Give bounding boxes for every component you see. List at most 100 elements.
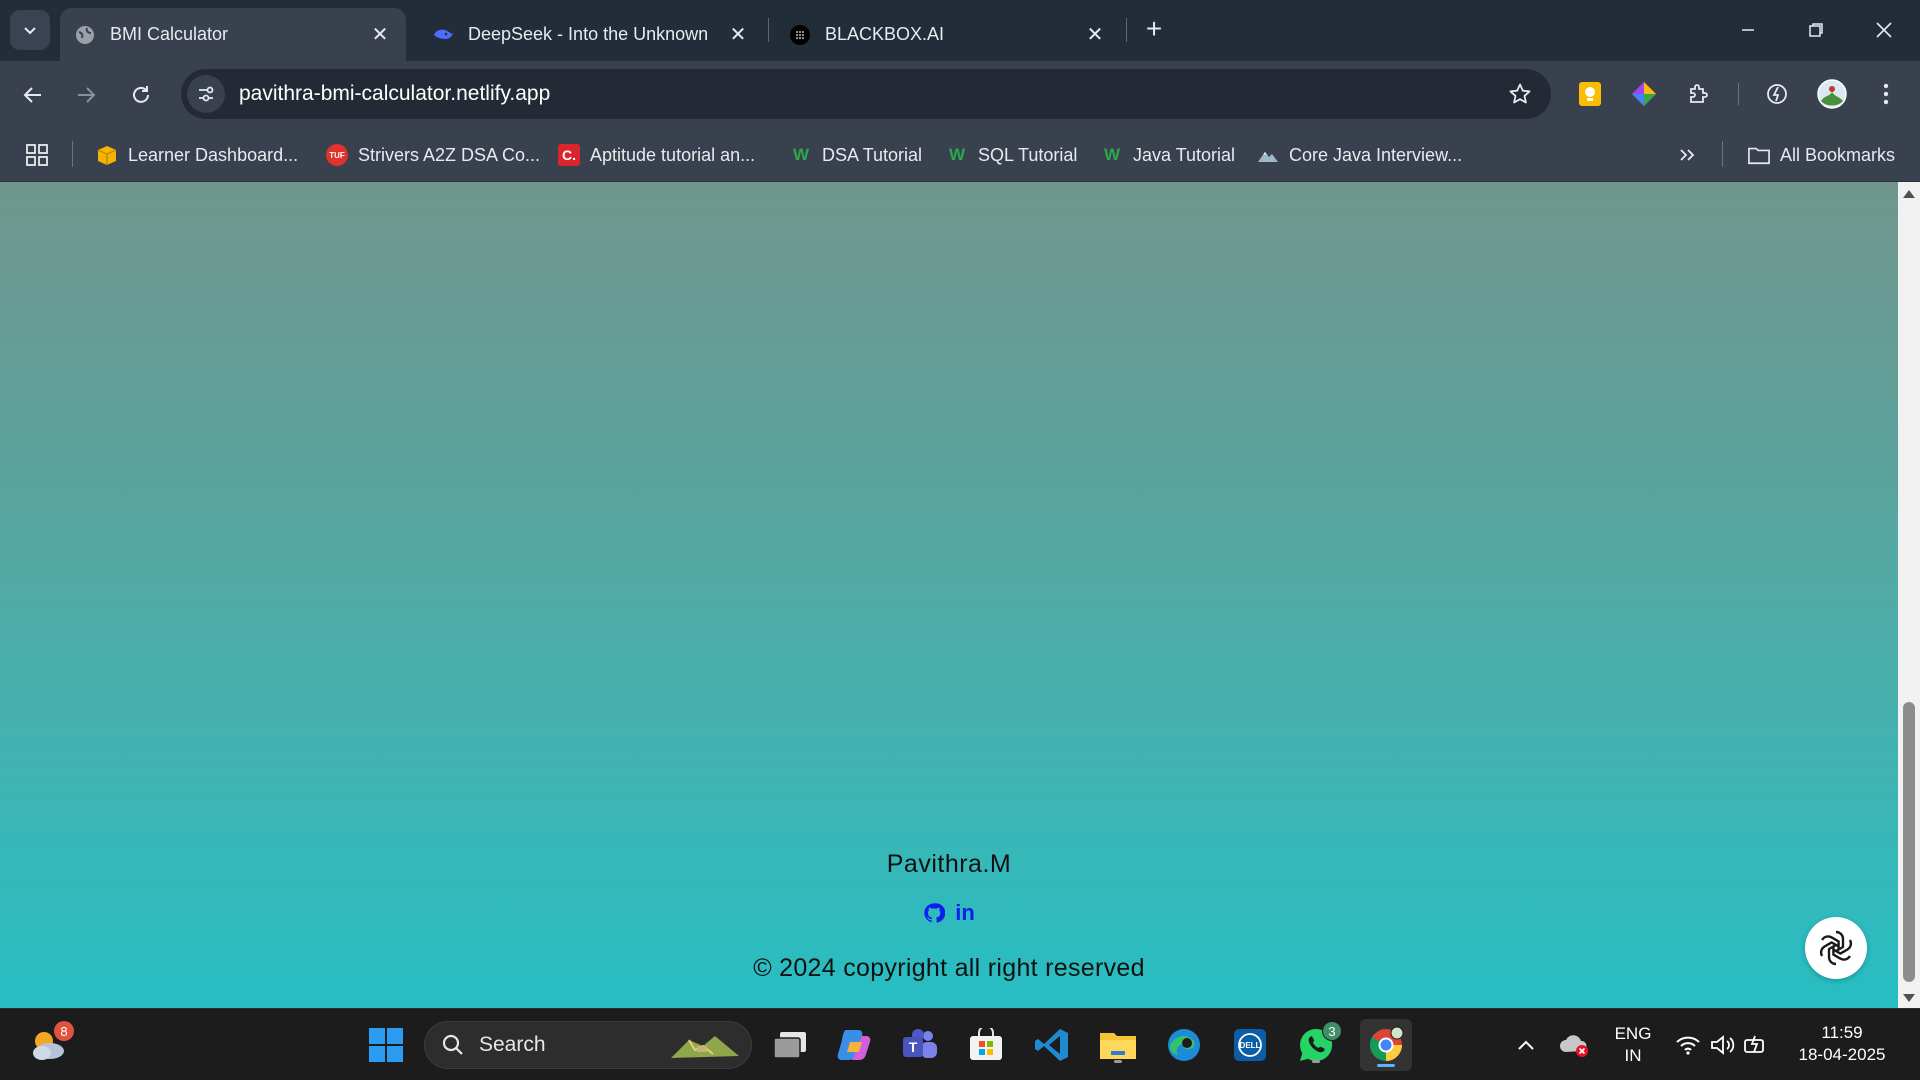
scroll-up-arrow[interactable] xyxy=(1903,190,1915,198)
tab-bmi-calculator[interactable]: BMI Calculator ✕ xyxy=(60,8,406,61)
chevron-down-icon xyxy=(24,27,36,35)
microsoft-store-button[interactable] xyxy=(964,1023,1008,1067)
github-link[interactable] xyxy=(923,900,946,926)
weather-badge: 8 xyxy=(54,1021,74,1041)
page-content: Pavithra.M in © 2024 copyright all right… xyxy=(0,182,1898,1008)
teams-button[interactable]: T xyxy=(898,1023,942,1067)
address-bar[interactable]: pavithra-bmi-calculator.netlify.app xyxy=(181,69,1551,119)
clock-date: 18-04-2025 xyxy=(1798,1045,1886,1064)
linkedin-link[interactable]: in xyxy=(955,900,975,926)
forward-button[interactable] xyxy=(66,75,106,115)
w3schools-icon: W xyxy=(1103,145,1121,164)
arrow-left-icon xyxy=(23,87,41,103)
tab-title: BLACKBOX.AI xyxy=(825,24,945,44)
bookmark-dsa-tutorial[interactable]: W DSA Tutorial xyxy=(790,141,922,169)
language-indicator[interactable]: ENG IN xyxy=(1604,1023,1662,1067)
whatsapp-button[interactable]: 3 xyxy=(1294,1021,1342,1067)
extension-keep-button[interactable] xyxy=(1574,78,1606,110)
close-window-button[interactable] xyxy=(1864,10,1904,50)
scroll-down-arrow[interactable] xyxy=(1903,994,1915,1002)
restore-button[interactable] xyxy=(1796,10,1836,50)
close-icon[interactable]: ✕ xyxy=(1083,23,1107,47)
task-view-button[interactable] xyxy=(768,1023,812,1067)
scroll-thumb[interactable] xyxy=(1903,702,1915,982)
search-icon xyxy=(442,1034,463,1055)
bookmark-aptitude[interactable]: C. Aptitude tutorial an... xyxy=(558,141,755,169)
bookmark-core-java[interactable]: Core Java Interview... xyxy=(1257,141,1462,169)
edge-button[interactable] xyxy=(1162,1023,1206,1067)
tab-search-button[interactable] xyxy=(10,10,50,50)
puzzle-icon xyxy=(1690,84,1708,103)
start-button[interactable] xyxy=(364,1023,408,1067)
onedrive-status[interactable] xyxy=(1552,1023,1596,1067)
deepseek-whale-icon xyxy=(432,24,454,46)
url-text[interactable]: pavithra-bmi-calculator.netlify.app xyxy=(239,82,550,106)
reload-button[interactable] xyxy=(121,75,161,115)
browser-toolbar: pavithra-bmi-calculator.netlify.app xyxy=(0,61,1920,127)
more-bookmarks-button[interactable] xyxy=(1678,141,1696,169)
bookmark-label: Strivers A2Z DSA Co... xyxy=(358,144,541,165)
edge-icon xyxy=(1168,1029,1200,1061)
bookmarks-bar: Learner Dashboard... TUF Strivers A2Z DS… xyxy=(0,127,1920,182)
extension-diamond-button[interactable] xyxy=(1628,78,1660,110)
back-button[interactable] xyxy=(13,75,53,115)
diamond-icon xyxy=(1632,82,1656,106)
bookmark-java-tutorial[interactable]: W Java Tutorial xyxy=(1101,141,1235,169)
bookmarks-divider xyxy=(1722,141,1723,167)
bookmark-label: DSA Tutorial xyxy=(822,144,923,165)
star-icon xyxy=(1509,83,1531,104)
social-links: in xyxy=(0,900,1898,926)
w3schools-icon: W xyxy=(948,145,966,164)
bookmark-label: Java Tutorial xyxy=(1133,144,1236,165)
tab-blackbox[interactable]: BLACKBOX.AI ✕ xyxy=(775,8,1121,61)
all-bookmarks-button[interactable]: All Bookmarks xyxy=(1748,141,1895,169)
more-vertical-icon xyxy=(1883,83,1889,105)
bookmark-sql-tutorial[interactable]: W SQL Tutorial xyxy=(946,141,1077,169)
site-info-button[interactable] xyxy=(187,75,225,113)
page-scrollbar[interactable] xyxy=(1898,182,1920,1008)
show-hidden-icons-button[interactable] xyxy=(1504,1023,1548,1067)
new-tab-button[interactable]: + xyxy=(1138,14,1170,46)
tab-title: BMI Calculator xyxy=(110,24,229,44)
close-icon[interactable]: ✕ xyxy=(368,23,392,47)
volume-icon xyxy=(1711,1035,1735,1055)
chatgpt-widget-button[interactable] xyxy=(1805,917,1867,979)
extensions-button[interactable] xyxy=(1683,78,1715,110)
bookmark-label: Core Java Interview... xyxy=(1289,144,1463,165)
box-icon xyxy=(96,144,118,166)
dell-button[interactable]: DELL xyxy=(1228,1023,1272,1067)
bookmark-learner-dashboard[interactable]: Learner Dashboard... xyxy=(96,141,298,169)
chrome-button[interactable] xyxy=(1360,1019,1412,1071)
bookmark-strivers[interactable]: TUF Strivers A2Z DSA Co... xyxy=(326,141,540,169)
vscode-button[interactable] xyxy=(1030,1023,1074,1067)
profile-avatar[interactable] xyxy=(1816,78,1848,110)
apps-button[interactable] xyxy=(26,141,48,169)
windows-logo-icon xyxy=(369,1028,403,1062)
svg-text:DELL: DELL xyxy=(1240,1041,1261,1050)
taskbar-search[interactable]: Search xyxy=(424,1021,752,1069)
bookmark-star-button[interactable] xyxy=(1507,81,1533,107)
chevron-up-icon xyxy=(1518,1040,1534,1050)
all-bookmarks-label: All Bookmarks xyxy=(1780,144,1896,165)
tuf-logo-icon: TUF xyxy=(326,144,348,166)
copilot-button[interactable] xyxy=(832,1023,876,1067)
bookmarks-divider xyxy=(72,141,73,167)
quick-settings-button[interactable] xyxy=(1666,1023,1778,1067)
tab-strip: BMI Calculator ✕ DeepSeek - Into the Unk… xyxy=(0,0,1920,61)
bookmark-label: Aptitude tutorial an... xyxy=(590,144,756,165)
minimize-button[interactable] xyxy=(1728,10,1768,50)
whatsapp-badge: 3 xyxy=(1322,1021,1342,1041)
tab-deepseek[interactable]: DeepSeek - Into the Unknown ✕ xyxy=(418,8,764,61)
c-logo-icon: C. xyxy=(558,144,580,166)
clock[interactable]: 11:59 18-04-2025 xyxy=(1786,1022,1898,1066)
running-indicator xyxy=(1312,1060,1320,1063)
tab-divider xyxy=(1126,18,1127,42)
speed-icon xyxy=(1767,84,1787,104)
performance-button[interactable] xyxy=(1761,78,1793,110)
weather-widget[interactable]: 8 xyxy=(26,1021,74,1067)
close-icon[interactable]: ✕ xyxy=(726,23,750,47)
file-explorer-button[interactable] xyxy=(1096,1023,1140,1067)
close-icon xyxy=(1876,22,1892,38)
browser-menu-button[interactable] xyxy=(1870,78,1902,110)
apps-grid-icon xyxy=(26,144,48,166)
